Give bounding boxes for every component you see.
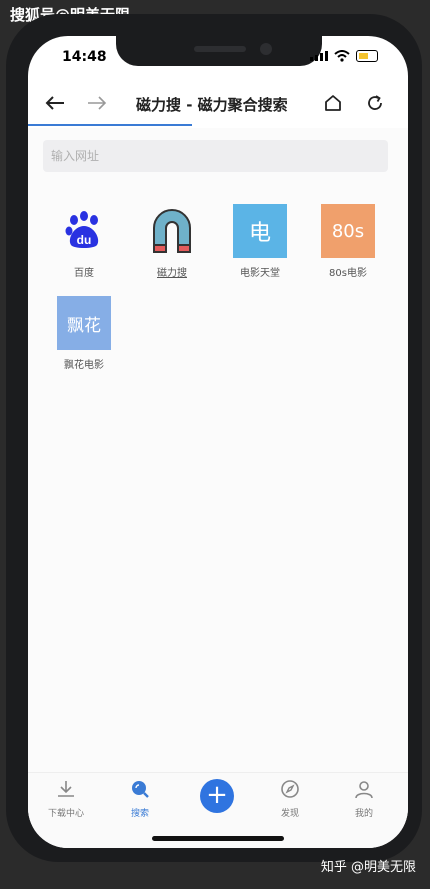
refresh-button[interactable] (360, 88, 390, 118)
dianying-tile-text: 电 (248, 221, 271, 246)
arrow-left-icon (45, 96, 64, 110)
page-title: 磁力搜 - 磁力聚合搜索 (136, 96, 288, 114)
baidu-logo-icon: du (57, 204, 111, 258)
site-label-baidu: 百度 (74, 268, 94, 279)
wifi-icon (334, 50, 350, 62)
refresh-icon (368, 95, 382, 110)
camera (260, 43, 272, 55)
nav-bar: 磁力搜 - 磁力聚合搜索 (28, 80, 408, 126)
status-time: 14:48 (62, 49, 107, 65)
tab-label-search: 搜索 (130, 809, 149, 819)
tab-download-center[interactable]: 下载中心 (34, 779, 98, 819)
dianying-tile: 电 (233, 204, 287, 258)
tab-label-profile: 我的 (354, 809, 373, 819)
site-baidu[interactable]: du 百度 (48, 204, 120, 279)
site-piaohua[interactable]: 飘花 飘花电影 (48, 296, 120, 371)
home-button[interactable] (318, 88, 348, 118)
home-indicator (152, 836, 284, 841)
speaker (194, 46, 246, 52)
site-cilisou[interactable]: 磁力搜 (136, 204, 208, 279)
page-content: du 百度 磁力搜 电 电影天堂 (28, 128, 408, 784)
80s-tile-text: 80s (331, 220, 365, 242)
tab-label-download: 下载中心 (47, 809, 84, 819)
forward-button[interactable] (82, 88, 112, 118)
compass-icon (281, 780, 299, 798)
signal-icon (310, 51, 328, 61)
plus-icon: + (206, 780, 228, 810)
watermark-bottom: 知乎 @明美无限 (320, 860, 416, 875)
site-dianying-tiantang[interactable]: 电 电影天堂 (224, 204, 296, 279)
piaohua-tile-text: 飘花 (67, 315, 101, 336)
site-label-cilisou: 磁力搜 (157, 268, 187, 279)
user-icon (355, 781, 373, 799)
baidu-tile-text: du (77, 233, 92, 247)
load-progress-bar (28, 124, 192, 126)
home-icon (325, 95, 341, 111)
notch (116, 36, 322, 66)
site-80s[interactable]: 80s 80s电影 (312, 204, 384, 279)
tab-search[interactable]: 搜索 (108, 779, 172, 819)
download-icon (58, 781, 74, 797)
add-button[interactable]: + (200, 779, 234, 813)
address-input[interactable] (43, 140, 388, 172)
magnet-icon (145, 204, 199, 258)
search-icon (132, 781, 149, 798)
back-button[interactable] (40, 88, 70, 118)
tab-discover[interactable]: 发现 (258, 779, 322, 819)
status-icons (310, 50, 378, 62)
site-label-piaohua: 飘花电影 (64, 360, 104, 371)
arrow-right-icon (88, 96, 107, 110)
80s-tile: 80s (321, 204, 375, 258)
site-label-dianying: 电影天堂 (240, 268, 280, 279)
screen: 14:48 磁力搜 - 磁力聚合搜索 输入网址 du 百度 磁力搜 电 电影天堂… (28, 36, 408, 848)
tab-profile[interactable]: 我的 (332, 779, 396, 819)
piaohua-tile: 飘花 (57, 296, 111, 350)
battery-icon (356, 50, 378, 62)
tab-label-discover: 发现 (280, 809, 299, 819)
site-label-80s: 80s电影 (329, 268, 367, 279)
phone-frame: 14:48 磁力搜 - 磁力聚合搜索 输入网址 du 百度 磁力搜 电 电影天堂… (6, 14, 422, 862)
